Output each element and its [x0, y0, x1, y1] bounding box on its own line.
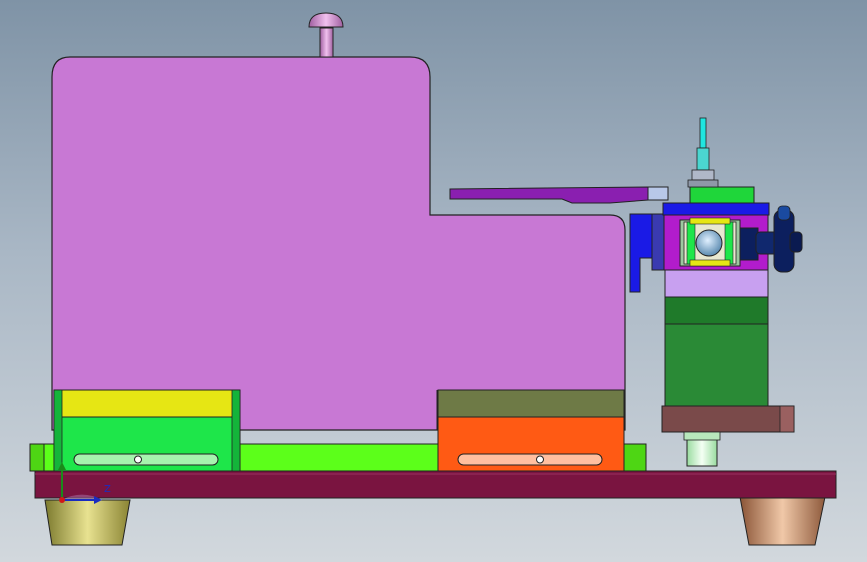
actuator-top-cap: [662, 186, 770, 216]
cad-model-drawing: [29, 12, 837, 546]
actuator-bottom-cylinder: [683, 431, 721, 467]
triad-axis-label: Z: [104, 484, 111, 495]
actuator-green-section: [664, 296, 769, 407]
actuator-collar: [661, 405, 795, 433]
main-housing: [51, 56, 626, 431]
purple-arm: [449, 186, 669, 204]
top-knob: [308, 12, 344, 58]
left-foot: [44, 499, 131, 546]
cad-viewport[interactable]: Z: [0, 0, 867, 562]
left-slider-block: [53, 389, 241, 472]
actuator-stem: [687, 117, 719, 188]
right-slider-block: [437, 389, 625, 472]
actuator-sphere: [695, 229, 723, 257]
actuator-bracket: [629, 213, 665, 293]
right-foot: [739, 496, 826, 546]
actuator-lilac-section: [664, 269, 769, 298]
base-plate: [34, 470, 837, 499]
